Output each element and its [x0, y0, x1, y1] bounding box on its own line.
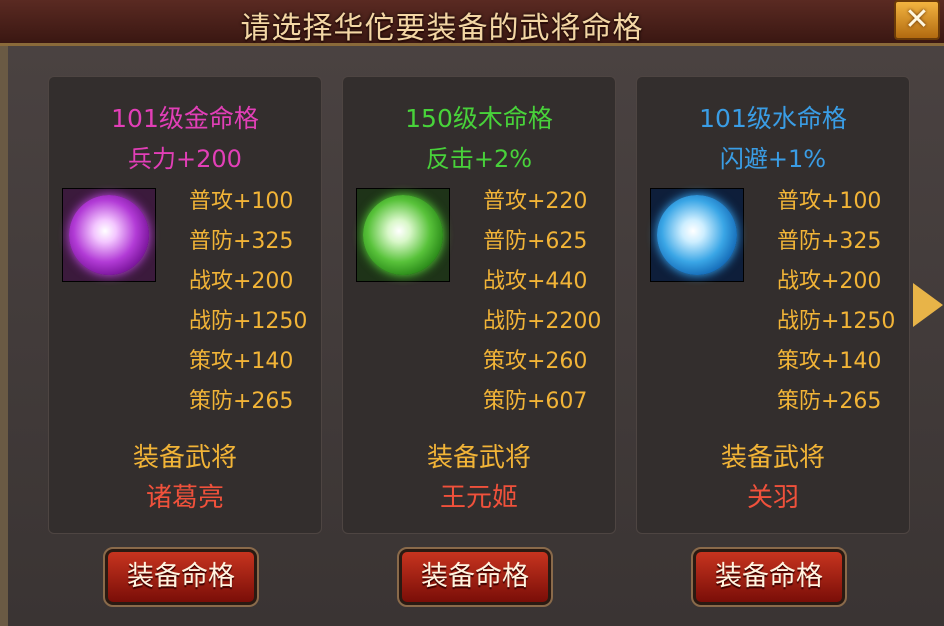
stat-line: 战防+1250	[777, 309, 896, 334]
hero-name: 诸葛亮	[145, 483, 224, 513]
card-3: 101级水命格 闪避+1% 普攻+100 普防+325 战攻+200 战防+12…	[636, 76, 910, 534]
main-stat: 兵力+200	[128, 145, 242, 173]
next-page-arrow-icon[interactable]	[913, 283, 943, 327]
equip-button[interactable]: 装备命格	[397, 547, 553, 607]
dialog-title: 请选择华佗要装备的武将命格	[240, 11, 644, 46]
orb-slot[interactable]	[650, 188, 744, 282]
stat-line: 战防+2200	[483, 309, 602, 334]
stat-line: 策攻+260	[483, 349, 588, 374]
equip-label: 装备武将	[132, 443, 237, 473]
stat-line: 普防+325	[777, 229, 882, 254]
stat-line: 策攻+140	[189, 349, 294, 374]
blue-orb-icon	[657, 195, 737, 275]
main-stat: 闪避+1%	[719, 145, 827, 173]
stat-line: 战攻+200	[189, 269, 294, 294]
stat-line: 战防+1250	[189, 309, 308, 334]
equip-button[interactable]: 装备命格	[691, 547, 847, 607]
equip-label: 装备武将	[720, 443, 825, 473]
stat-line: 普防+625	[483, 229, 588, 254]
main-stat: 反击+2%	[425, 145, 533, 173]
orb-slot[interactable]	[356, 188, 450, 282]
hero-name: 王元姬	[439, 483, 518, 513]
stat-line: 策防+265	[777, 389, 882, 414]
stat-line: 战攻+200	[777, 269, 882, 294]
stat-line: 普防+325	[189, 229, 294, 254]
stat-list: 普攻+100 普防+325 战攻+200 战防+1250 策攻+140 策防+2…	[189, 187, 307, 427]
stat-line: 策防+265	[189, 389, 294, 414]
purple-orb-icon	[69, 195, 149, 275]
stat-line: 战攻+440	[483, 269, 588, 294]
stat-list: 普攻+220 普防+625 战攻+440 战防+2200 策攻+260 策防+6…	[483, 187, 601, 427]
title-bar: 请选择华佗要装备的武将命格	[0, 0, 944, 46]
stat-line: 普攻+100	[777, 189, 882, 214]
stat-line: 普攻+220	[483, 189, 588, 214]
card-name: 101级金命格	[111, 104, 259, 133]
card-1: 101级金命格 兵力+200 普攻+100 普防+325 战攻+200 战防+1…	[48, 76, 322, 534]
card-name: 101级水命格	[699, 104, 847, 133]
orb-slot[interactable]	[62, 188, 156, 282]
stat-line: 策攻+140	[777, 349, 882, 374]
equip-label: 装备武将	[426, 443, 531, 473]
stat-line: 普攻+100	[189, 189, 294, 214]
card-2: 150级木命格 反击+2% 普攻+220 普防+625 战攻+440 战防+22…	[342, 76, 616, 534]
stat-list: 普攻+100 普防+325 战攻+200 战防+1250 策攻+140 策防+2…	[777, 187, 895, 427]
hero-name: 关羽	[746, 483, 799, 513]
stat-line: 策防+607	[483, 389, 588, 414]
close-icon[interactable]: ✕	[894, 0, 940, 40]
equip-button[interactable]: 装备命格	[103, 547, 259, 607]
green-orb-icon	[363, 195, 443, 275]
card-name: 150级木命格	[405, 104, 553, 133]
